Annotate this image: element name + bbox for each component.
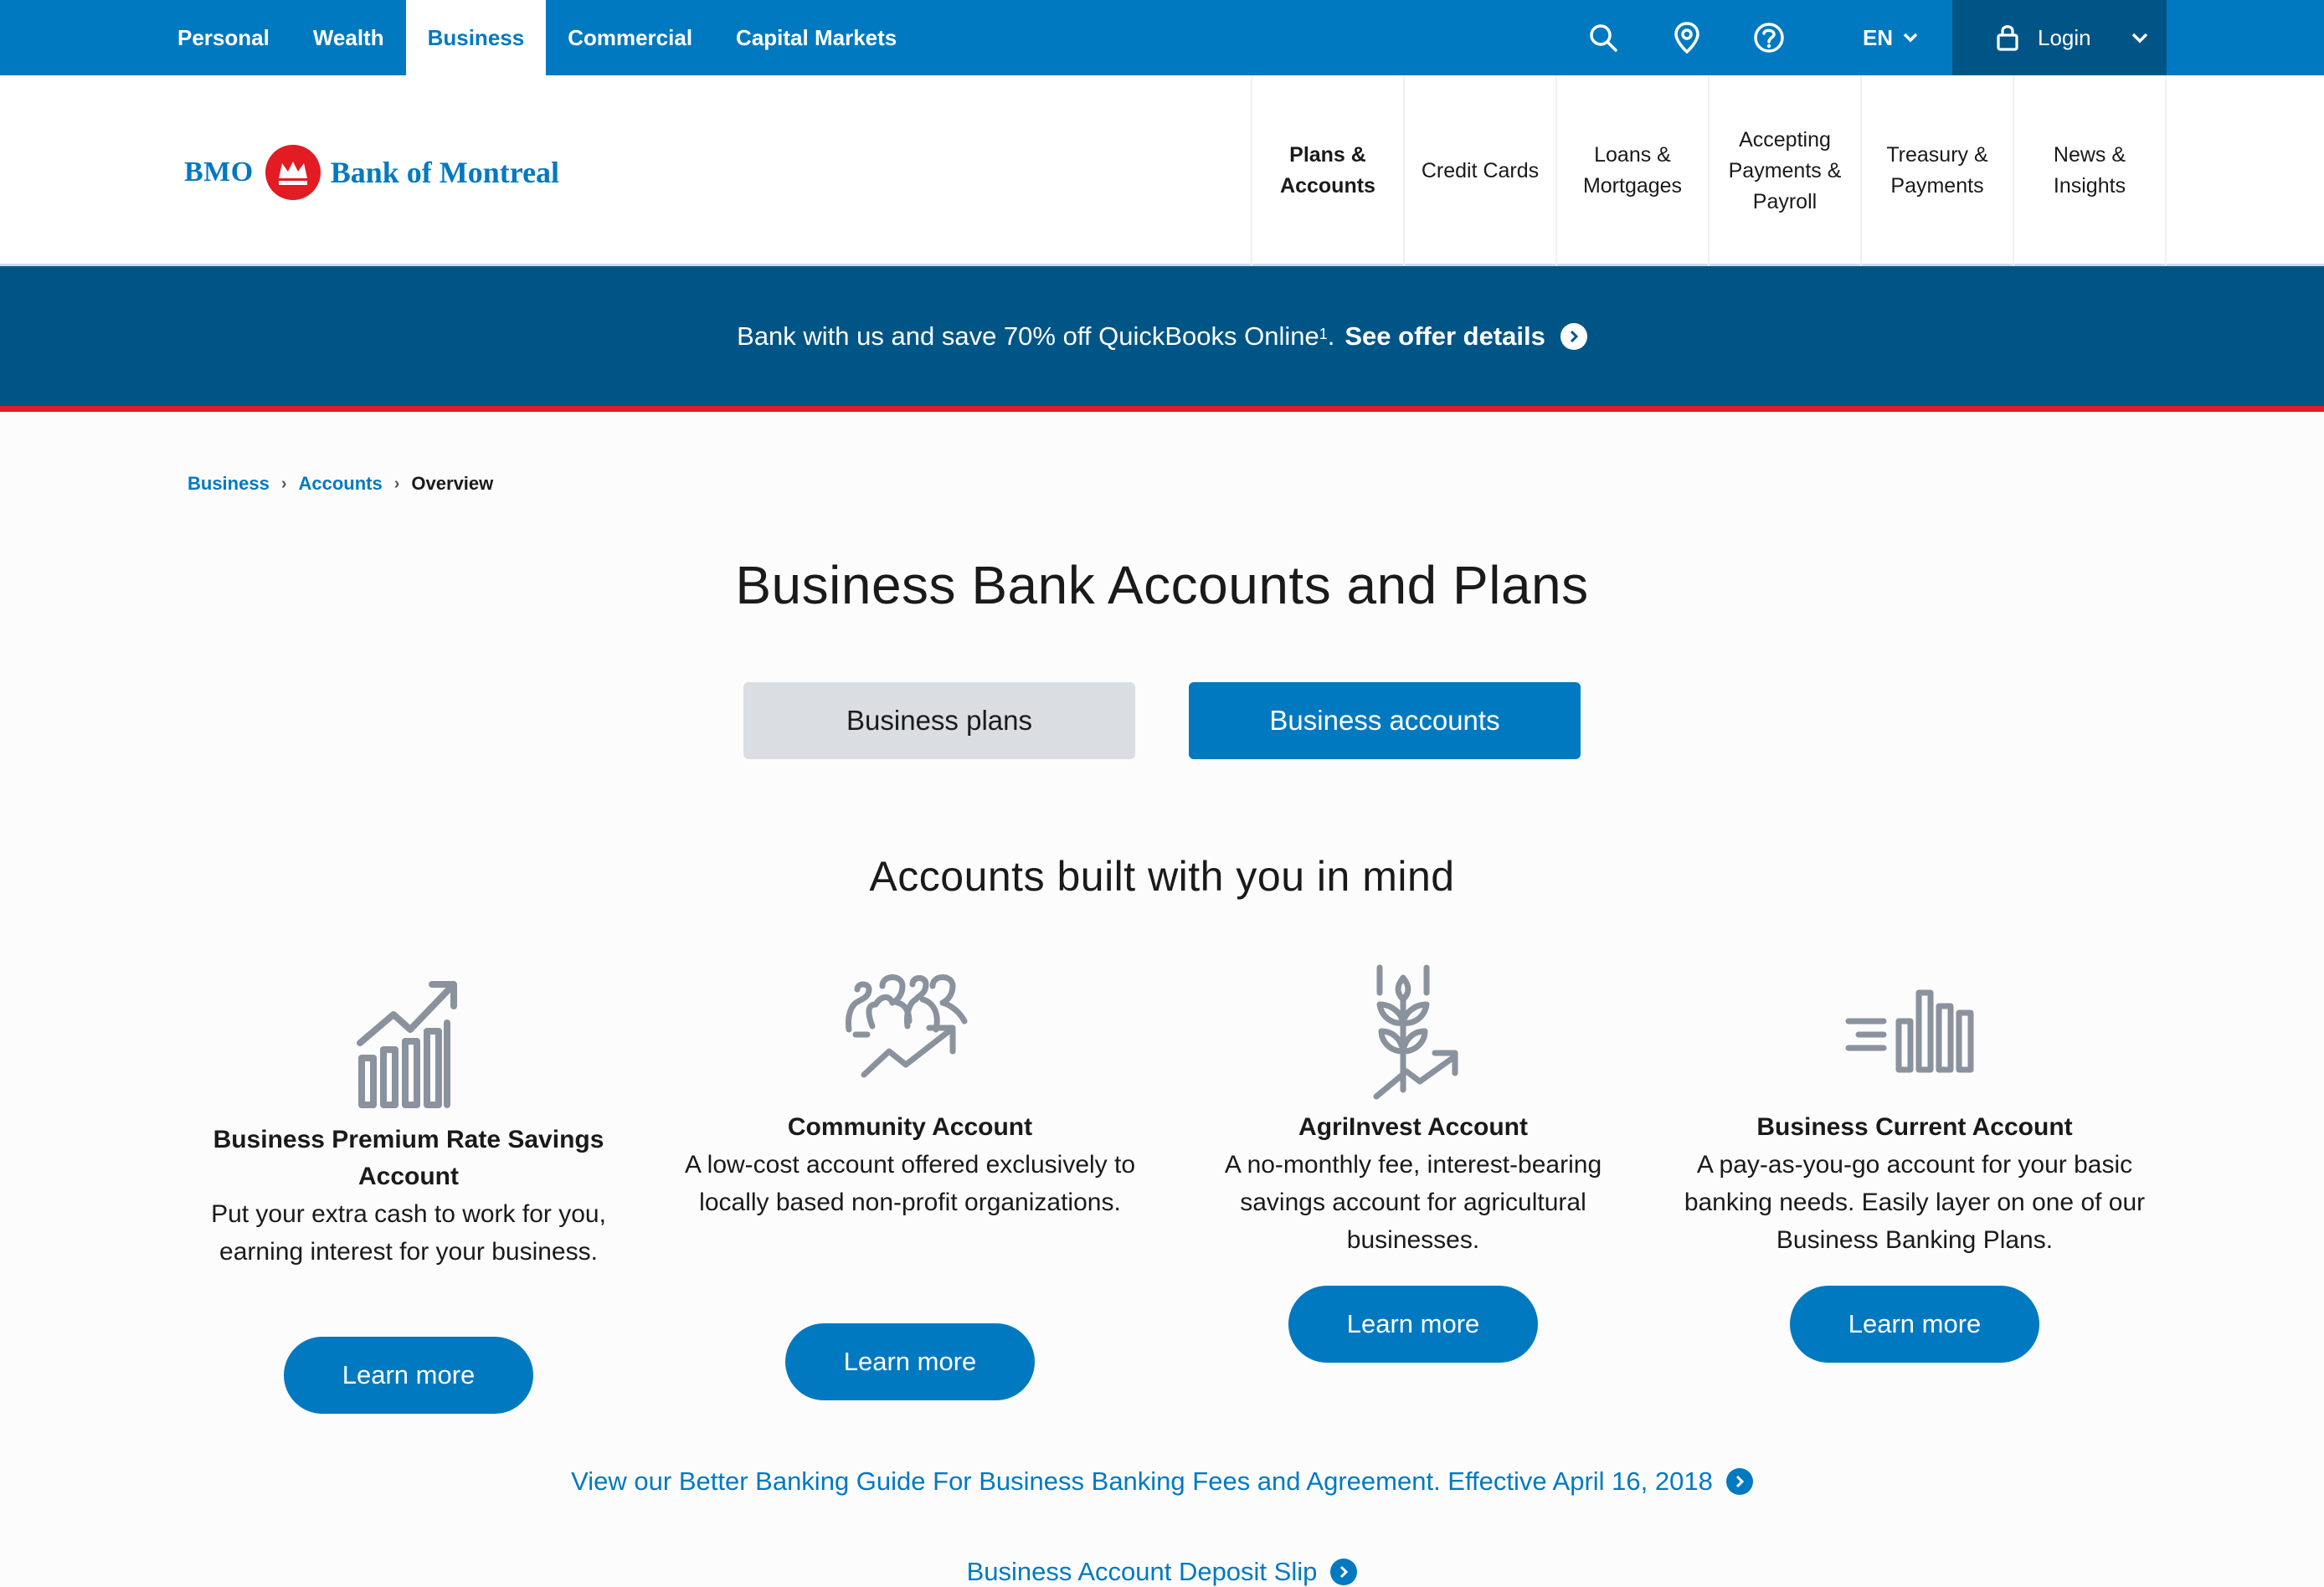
segment-business[interactable]: Business [405, 0, 547, 75]
learn-more-button[interactable]: Learn more [284, 1337, 533, 1414]
chevron-right-circle-icon [1725, 1468, 1753, 1495]
segment-personal[interactable]: Personal [156, 0, 291, 75]
language-label: EN [1862, 24, 1894, 50]
card-description: A pay-as-you-go account for your basic b… [1684, 1151, 2146, 1254]
business-accounts-tab[interactable]: Business accounts [1189, 682, 1581, 759]
card-title: AgriInvest Account [1298, 1113, 1528, 1141]
search-icon [1590, 24, 1617, 52]
deposit-link-label: Business Account Deposit Slip [966, 1557, 1318, 1586]
help-icon [1754, 23, 1784, 53]
breadcrumb: Business › Accounts › Overview [188, 473, 493, 495]
chevron-right-icon: › [393, 474, 400, 493]
nav-loans-mortgages[interactable]: Loans & Mortgages [1557, 75, 1710, 266]
login-button[interactable]: Login [1952, 0, 2167, 75]
logo-bmo-text: BMO [184, 157, 254, 187]
card-current-account: Business Current Account A pay-as-you-go… [1680, 1109, 2149, 1259]
promo-footnote: 1 [1319, 326, 1328, 342]
segment-commercial[interactable]: Commercial [546, 0, 714, 75]
learn-more-button[interactable]: Learn more [1790, 1286, 2039, 1363]
page-title: Business Bank Accounts and Plans [735, 555, 1589, 615]
promo-banner: Bank with us and save 70% off QuickBooks… [0, 266, 2324, 412]
card-agriinvest: AgriInvest Account A no-monthly fee, int… [1179, 1109, 1648, 1259]
bmo-roundel-icon [265, 145, 321, 200]
learn-more-button[interactable]: Learn more [785, 1323, 1035, 1400]
nav-credit-cards[interactable]: Credit Cards [1405, 75, 1557, 266]
chevron-down-icon [2131, 33, 2147, 43]
promo-separator: . [1327, 321, 1335, 351]
section-title: Accounts built with you in mind [869, 853, 1455, 900]
breadcrumb-accounts[interactable]: Accounts [299, 473, 383, 495]
bmo-logo[interactable]: BMO Bank of Montreal [184, 144, 559, 201]
chevron-down-icon [1903, 33, 1918, 43]
logo-bank-name: Bank of Montreal [330, 156, 560, 189]
top-bar: Personal Wealth Business Commercial Capi… [0, 0, 2324, 75]
chevron-right-circle-icon [1560, 322, 1587, 350]
fast-bars-icon [1845, 989, 1974, 1073]
card-description: A low-cost account offered exclusively t… [684, 1151, 1136, 1216]
card-description: A no-monthly fee, interest-bearing savin… [1224, 1151, 1602, 1254]
chevron-right-circle-icon [1330, 1559, 1358, 1585]
nav-plans-accounts[interactable]: Plans & Accounts [1252, 75, 1405, 266]
chevron-right-icon: › [280, 474, 287, 493]
learn-more-button[interactable]: Learn more [1288, 1286, 1538, 1363]
card-title: Community Account [787, 1113, 1033, 1141]
breadcrumb-business[interactable]: Business [188, 473, 270, 495]
offer-details-label: See offer details [1345, 321, 1545, 351]
better-banking-guide-link[interactable]: View our Better Banking Guide For Busine… [0, 1466, 2324, 1497]
location-pin-icon [1674, 22, 1699, 54]
language-selector[interactable]: EN [1857, 0, 1924, 75]
nav-accepting-payments[interactable]: Accepting Payments & Payroll [1710, 75, 1862, 266]
lock-icon [1997, 25, 2018, 51]
community-group-icon [846, 974, 968, 1078]
wheat-growth-icon [1373, 964, 1458, 1100]
card-premium-savings: Business Premium Rate Savings Account Pu… [174, 1122, 643, 1271]
business-plans-tab[interactable]: Business plans [743, 682, 1135, 759]
card-title: Business Current Account [1756, 1113, 2073, 1141]
growth-chart-icon [357, 981, 457, 1108]
nav-news-insights[interactable]: News & Insights [2014, 75, 2167, 266]
promo-text: Bank with us and save 70% off QuickBooks… [737, 321, 1319, 351]
breadcrumb-current: Overview [411, 473, 494, 494]
nav-treasury-payments[interactable]: Treasury & Payments [1862, 75, 2014, 266]
site-header: BMO Bank of Montreal Plans & Accounts Cr… [0, 75, 2324, 266]
login-label: Login [2038, 24, 2091, 50]
search-button[interactable] [1582, 0, 1624, 75]
location-button[interactable] [1666, 0, 1708, 75]
card-description: Put your extra cash to work for you, ear… [211, 1200, 606, 1266]
segment-nav: Personal Wealth Business Commercial Capi… [156, 0, 918, 75]
card-community: Community Account A low-cost account off… [676, 1109, 1144, 1221]
guide-link-label: View our Better Banking Guide For Busine… [571, 1466, 1713, 1496]
deposit-slip-link[interactable]: Business Account Deposit Slip [0, 1557, 2324, 1587]
segment-capital-markets[interactable]: Capital Markets [714, 0, 918, 75]
card-title: Business Premium Rate Savings Account [213, 1126, 604, 1190]
help-button[interactable] [1748, 0, 1790, 75]
segment-wealth[interactable]: Wealth [291, 0, 406, 75]
offer-details-link[interactable]: See offer details [1345, 321, 1587, 352]
main-nav: Plans & Accounts Credit Cards Loans & Mo… [1251, 75, 2167, 266]
